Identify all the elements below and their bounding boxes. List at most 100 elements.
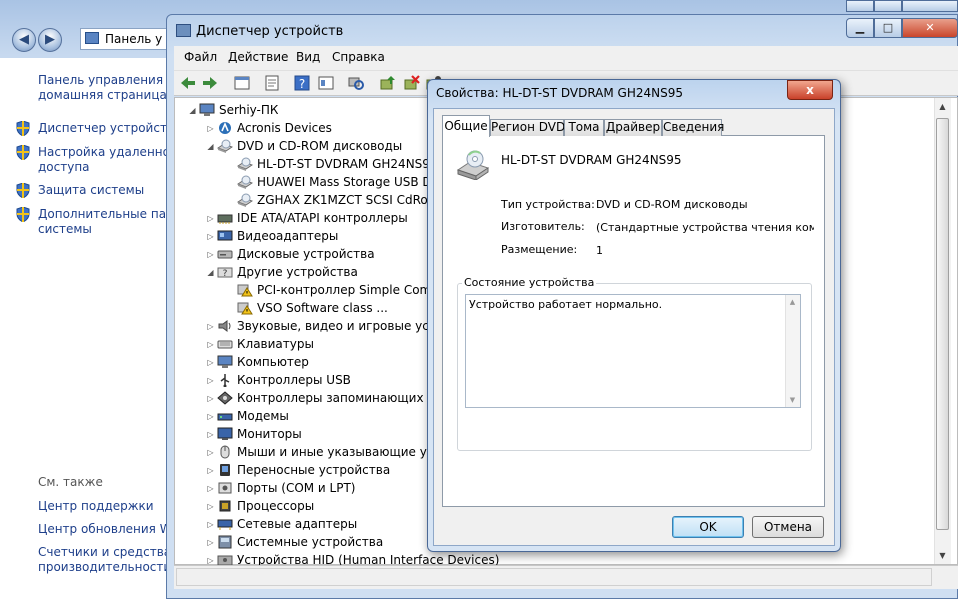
toolbar-uninstall-button[interactable] <box>402 73 420 91</box>
scroll-down-arrow-icon[interactable]: ▼ <box>934 547 951 564</box>
tree-item[interactable]: Дисковые устройства <box>237 245 375 263</box>
toolbar-view-button[interactable] <box>232 73 250 91</box>
expander-closed-icon[interactable]: ▷ <box>206 232 215 241</box>
dialog-close-button[interactable]: x <box>787 80 833 100</box>
expander-open-icon[interactable]: ◢ <box>206 268 215 277</box>
toolbar-properties-button[interactable] <box>262 73 280 91</box>
cp-link-2[interactable]: Диспетчер устройств <box>38 121 174 136</box>
expander-closed-icon[interactable]: ▷ <box>206 502 215 511</box>
cp-close-button[interactable] <box>902 0 958 12</box>
see-also-link-0[interactable]: Центр поддержки <box>38 499 166 514</box>
window-title: Диспетчер устройств <box>196 24 344 39</box>
see-also-link-3[interactable]: производительности <box>38 560 166 575</box>
menu-file[interactable]: Файл <box>184 50 217 64</box>
tree-scroll-thumb[interactable] <box>936 118 949 530</box>
control-panel-icon <box>85 32 99 44</box>
menu-help[interactable]: Справка <box>332 50 385 64</box>
forward-button[interactable]: ▶ <box>38 28 62 52</box>
tree-item[interactable]: Serhiy-ПК <box>219 101 278 119</box>
tree-item[interactable]: Клавиатуры <box>237 335 314 353</box>
toolbar-back-button[interactable] <box>178 73 196 91</box>
expander-closed-icon[interactable]: ▷ <box>206 466 215 475</box>
cp-link-1[interactable]: домашняя страница <box>38 88 174 103</box>
tree-item[interactable]: VSO Software class ... <box>257 299 388 317</box>
cp-link-0[interactable]: Панель управления - <box>38 73 174 88</box>
device-status-textbox[interactable] <box>465 294 801 408</box>
toolbar-scan-button[interactable] <box>346 73 364 91</box>
status-scroll-down-icon[interactable]: ▼ <box>785 393 800 407</box>
see-also-link-1[interactable]: Центр обновления Win <box>38 522 166 537</box>
tree-item[interactable]: Компьютер <box>237 353 309 371</box>
expander-closed-icon[interactable]: ▷ <box>206 250 215 259</box>
tree-item[interactable]: PCI-контроллер Simple Commu <box>257 281 451 299</box>
tree-item[interactable]: IDE ATA/ATAPI контроллеры <box>237 209 408 227</box>
minimize-button[interactable]: ▁ <box>846 18 874 38</box>
toolbar-view2-button[interactable] <box>316 73 334 91</box>
tree-item[interactable]: DVD и CD-ROM дисководы <box>237 137 402 155</box>
cp-link-5[interactable]: Защита системы <box>38 183 174 198</box>
dvd-drive-icon <box>456 150 490 181</box>
menu-view[interactable]: Вид <box>296 50 320 64</box>
toolbar-help-button[interactable]: ? <box>292 73 310 91</box>
tree-item[interactable]: Контроллеры запоминающих устр <box>237 389 456 407</box>
expander-closed-icon[interactable]: ▷ <box>206 520 215 529</box>
expander-closed-icon[interactable]: ▷ <box>206 358 215 367</box>
tree-item[interactable]: Процессоры <box>237 497 314 515</box>
tree-item[interactable]: Мониторы <box>237 425 302 443</box>
expander-open-icon[interactable]: ◢ <box>206 142 215 151</box>
expander-closed-icon[interactable]: ▷ <box>206 394 215 403</box>
maximize-button[interactable]: □ <box>874 18 902 38</box>
tab-dvd-region[interactable]: Регион DVD <box>490 119 565 136</box>
port-icon <box>217 481 233 495</box>
tree-item[interactable]: HL-DT-ST DVDRAM GH24NS95 <box>257 155 438 173</box>
expander-closed-icon[interactable]: ▷ <box>206 538 215 547</box>
expander-closed-icon[interactable]: ▷ <box>206 376 215 385</box>
tab-volumes[interactable]: Тома <box>564 119 604 136</box>
expander-closed-icon[interactable]: ▷ <box>206 556 215 565</box>
toolbar-update-driver-button[interactable] <box>378 73 396 91</box>
tree-item[interactable]: Другие устройства <box>237 263 358 281</box>
cp-maximize-button[interactable] <box>874 0 902 12</box>
tab-driver[interactable]: Драйвер <box>604 119 662 136</box>
tree-item[interactable]: Мыши и иные указывающие устр <box>237 443 448 461</box>
expander-closed-icon[interactable]: ▷ <box>206 340 215 349</box>
sound-icon <box>217 319 233 333</box>
modem-icon <box>217 409 233 423</box>
expander-closed-icon[interactable]: ▷ <box>206 430 215 439</box>
toolbar-forward-button[interactable] <box>200 73 218 91</box>
scroll-up-arrow-icon[interactable]: ▲ <box>934 98 951 115</box>
expander-closed-icon[interactable]: ▷ <box>206 322 215 331</box>
tab-general[interactable]: Общие <box>442 115 490 137</box>
tree-item[interactable]: Сетевые адаптеры <box>237 515 357 533</box>
cp-link-7[interactable]: системы <box>38 222 174 237</box>
expander-open-icon[interactable]: ◢ <box>188 106 197 115</box>
tree-item[interactable]: Видеоадаптеры <box>237 227 338 245</box>
status-scrollbar[interactable] <box>785 295 800 407</box>
expander-closed-icon[interactable]: ▷ <box>206 448 215 457</box>
menu-action[interactable]: Действие <box>228 50 288 64</box>
tree-item[interactable]: Модемы <box>237 407 289 425</box>
back-button[interactable]: ◀ <box>12 28 36 52</box>
cp-link-4[interactable]: доступа <box>38 160 174 175</box>
tree-item[interactable]: Контроллеры USB <box>237 371 351 389</box>
computer-icon <box>217 355 233 369</box>
tree-item[interactable]: Звуковые, видео и игровые устрой <box>237 317 459 335</box>
cp-link-6[interactable]: Дополнительные парам <box>38 207 174 222</box>
expander-closed-icon[interactable]: ▷ <box>206 124 215 133</box>
tree-item[interactable]: ZGHAX ZK1MZCT SCSI CdRom D <box>257 191 452 209</box>
expander-closed-icon[interactable]: ▷ <box>206 484 215 493</box>
tab-details[interactable]: Сведения <box>662 119 724 136</box>
cp-minimize-button[interactable] <box>846 0 874 12</box>
expander-closed-icon[interactable]: ▷ <box>206 412 215 421</box>
tree-item[interactable]: Порты (COM и LPT) <box>237 479 355 497</box>
close-button[interactable]: ✕ <box>902 18 958 38</box>
tree-item[interactable]: Переносные устройства <box>237 461 390 479</box>
tree-item[interactable]: Системные устройства <box>237 533 383 551</box>
see-also-link-2[interactable]: Счетчики и средства <box>38 545 166 560</box>
expander-closed-icon[interactable]: ▷ <box>206 214 215 223</box>
tree-item[interactable]: Acronis Devices <box>237 119 332 137</box>
cancel-button[interactable]: Отмена <box>752 516 824 538</box>
ok-button[interactable]: OK <box>672 516 744 538</box>
cp-link-3[interactable]: Настройка удаленного <box>38 145 174 160</box>
status-scroll-up-icon[interactable]: ▲ <box>785 295 800 309</box>
